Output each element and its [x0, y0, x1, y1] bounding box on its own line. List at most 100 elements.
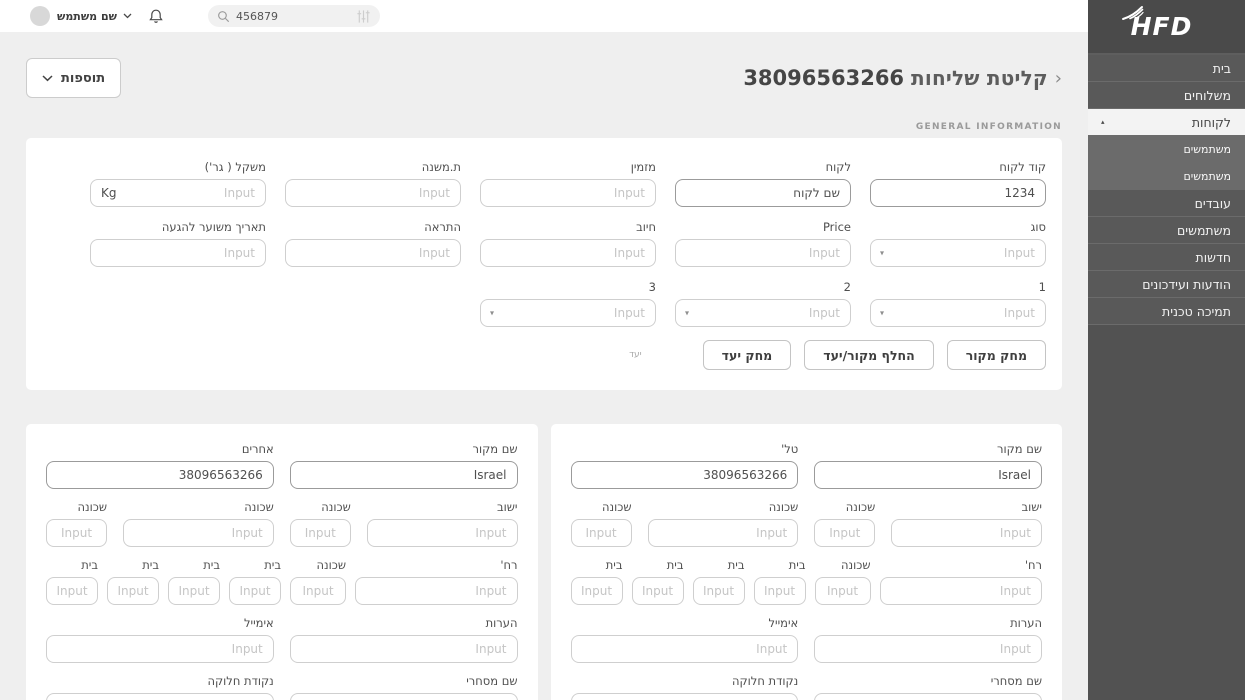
customer-code-input[interactable] [870, 179, 1046, 207]
field-label: רח' [1024, 558, 1042, 572]
field-label: סוג [1030, 220, 1046, 234]
distribution-point-input[interactable] [570, 693, 799, 700]
house-input[interactable] [229, 577, 281, 605]
street-field: רח' [355, 558, 518, 605]
user-menu[interactable]: שם משתמש [57, 10, 132, 23]
neighborhood-input[interactable] [814, 519, 876, 547]
breadcrumb-chevron-icon[interactable]: › [1055, 68, 1062, 89]
neighborhood-input[interactable] [123, 519, 274, 547]
house-field: בית [46, 558, 98, 605]
commercial-name-input[interactable] [814, 693, 1042, 700]
distribution-point-input[interactable] [46, 693, 274, 700]
source-name-input[interactable] [814, 461, 1042, 489]
sidebar-item-home[interactable]: בית [1088, 55, 1245, 82]
option-1-select[interactable] [870, 299, 1046, 327]
others-input[interactable] [46, 461, 274, 489]
neighborhood-field: שכונה [123, 500, 274, 547]
sidebar-item-shipments[interactable]: משלוחים [1088, 82, 1245, 109]
additions-button[interactable]: תוספות [26, 58, 122, 98]
city-field: ישוב [366, 500, 518, 547]
notes-input[interactable] [289, 635, 518, 663]
sidebar-item-messages-updates[interactable]: הודעות ועידכונים [1088, 271, 1245, 298]
neighborhood-input[interactable] [290, 577, 346, 605]
neighborhood-input[interactable] [46, 519, 107, 547]
customer-code-field: קוד לקוח [870, 160, 1046, 207]
sidebar-item-users[interactable]: משתמשים [1088, 217, 1245, 244]
source-name-input[interactable] [289, 461, 518, 489]
sub-file-input[interactable] [285, 179, 461, 207]
house-input[interactable] [631, 577, 684, 605]
distribution-point-field: נקודת חלוקה [570, 674, 799, 700]
topbar: שם משתמש [0, 0, 1088, 32]
delete-dest-button[interactable]: מחק יעד [702, 340, 792, 370]
house-input[interactable] [692, 577, 745, 605]
option-2-select[interactable] [675, 299, 851, 327]
phone-input[interactable] [570, 461, 799, 489]
price-input[interactable] [675, 239, 851, 267]
type-select[interactable] [870, 239, 1046, 267]
field-label: שכונה [244, 500, 274, 514]
sidebar-nav: בית משלוחים לקוחות ▴ משתמשים משתמשים עוב… [1088, 55, 1245, 325]
charge-input[interactable] [480, 239, 656, 267]
sidebar-item-news[interactable]: חדשות [1088, 244, 1245, 271]
source-name-field: שם מקור [289, 442, 518, 489]
additions-button-label: תוספות [61, 70, 106, 86]
estimated-arrival-input[interactable] [90, 239, 266, 267]
avatar[interactable] [30, 6, 50, 26]
address-cards: שם מקור טל' ישוב שכונה שכונה [26, 424, 1062, 700]
sidebar-item-tech-support[interactable]: תמיכה טכנית [1088, 298, 1245, 325]
house-input[interactable] [107, 577, 159, 605]
city-field: ישוב [891, 500, 1042, 547]
notes-field: הערות [289, 616, 518, 663]
filter-sliders-icon[interactable] [356, 9, 371, 24]
house-input[interactable] [570, 577, 623, 605]
email-input[interactable] [46, 635, 274, 663]
sidebar-item-customers[interactable]: לקוחות ▴ [1088, 109, 1245, 136]
neighborhood-field: שכונה [814, 558, 871, 605]
city-input[interactable] [891, 519, 1042, 547]
orderer-input[interactable] [480, 179, 656, 207]
field-label: Price [822, 220, 851, 234]
email-input[interactable] [570, 635, 799, 663]
city-input[interactable] [366, 519, 518, 547]
email-field: אימייל [570, 616, 799, 663]
weight-input[interactable] [90, 179, 266, 207]
option-3-select[interactable] [480, 299, 656, 327]
notifications-bell-icon[interactable] [148, 8, 164, 25]
sidebar: HFD בית משלוחים לקוחות ▴ משתמשים משתמשים… [1088, 0, 1245, 700]
field-label: בית [788, 558, 806, 572]
hfd-logo[interactable]: HFD [1088, 0, 1245, 55]
house-input[interactable] [168, 577, 220, 605]
commercial-name-input[interactable] [289, 693, 518, 700]
destination-note: יעד [629, 350, 642, 360]
email-field: אימייל [46, 616, 274, 663]
street-input[interactable] [355, 577, 518, 605]
neighborhood-input[interactable] [289, 519, 351, 547]
chevron-down-icon [123, 13, 132, 19]
notes-input[interactable] [814, 635, 1042, 663]
alert-input[interactable] [285, 239, 461, 267]
neighborhood-input[interactable] [570, 519, 632, 547]
address-card-left: שם מקור אחרים ישוב שכונה שכונה [26, 424, 538, 700]
customer-input[interactable] [675, 179, 851, 207]
field-label: שכונה [768, 500, 799, 514]
neighborhood-input[interactable] [647, 519, 799, 547]
sidebar-subitem-users-2[interactable]: משתמשים [1088, 163, 1245, 190]
swap-source-dest-button[interactable]: החלף מקור/יעד [804, 340, 934, 370]
caret-up-icon: ▴ [1101, 118, 1105, 126]
sidebar-item-employees[interactable]: עובדים [1088, 190, 1245, 217]
distribution-point-field: נקודת חלוקה [46, 674, 274, 700]
delete-source-button[interactable]: מחק מקור [946, 340, 1046, 370]
street-input[interactable] [879, 577, 1042, 605]
field-label: שכונה [845, 500, 876, 514]
house-input[interactable] [753, 577, 806, 605]
chevron-down-icon [42, 74, 53, 81]
field-label: שכונה [316, 558, 346, 572]
house-input[interactable] [46, 577, 98, 605]
search-input[interactable] [235, 9, 350, 23]
sidebar-subitem-users-1[interactable]: משתמשים [1088, 136, 1245, 163]
neighborhood-field: שכונה [814, 500, 876, 547]
field-label: משקל ( גר') [204, 160, 266, 174]
field-label: בית [81, 558, 98, 572]
neighborhood-input[interactable] [814, 577, 871, 605]
